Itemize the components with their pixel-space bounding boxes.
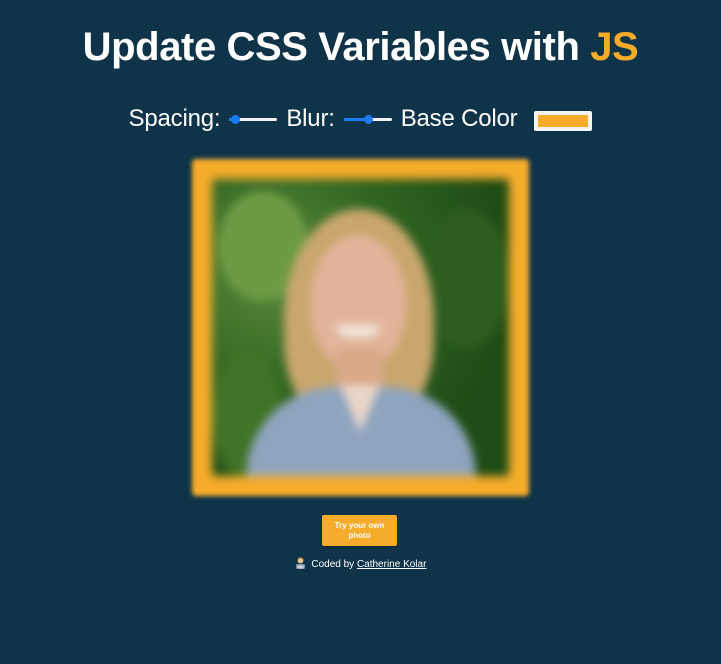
page-title: Update CSS Variables with JS bbox=[0, 25, 721, 70]
try-your-own-photo-button[interactable]: Try your own photo bbox=[322, 515, 397, 546]
base-color-label: Base Color bbox=[400, 105, 518, 132]
spacing-slider[interactable] bbox=[229, 111, 278, 127]
page-title-text: Update CSS Variables with bbox=[82, 25, 580, 69]
spacing-slider-thumb[interactable] bbox=[231, 115, 241, 124]
foliage-blob bbox=[422, 209, 509, 349]
spacing-label: Spacing: bbox=[128, 105, 221, 132]
page: Update CSS Variables with JS Spacing: Bl… bbox=[0, 0, 721, 664]
shirt-collar-shape bbox=[340, 385, 380, 433]
blur-slider[interactable] bbox=[343, 111, 392, 127]
blur-slider-thumb[interactable] bbox=[363, 115, 373, 124]
controls-bar: Spacing: Blur: Base Color bbox=[0, 102, 721, 136]
footer-prefix: Coded by bbox=[311, 559, 355, 570]
blur-label: Blur: bbox=[286, 105, 335, 132]
photo-frame bbox=[192, 159, 529, 496]
smile-shape bbox=[336, 325, 380, 337]
author-link[interactable]: Catherine Kolar bbox=[357, 559, 426, 570]
woman-technologist-icon bbox=[295, 557, 305, 569]
base-color-picker[interactable] bbox=[534, 111, 593, 131]
base-color-swatch bbox=[538, 115, 589, 127]
page-title-highlight: JS bbox=[590, 25, 639, 69]
portrait-photo bbox=[212, 179, 509, 476]
footer-credit: Coded by Catherine Kolar bbox=[0, 557, 721, 570]
